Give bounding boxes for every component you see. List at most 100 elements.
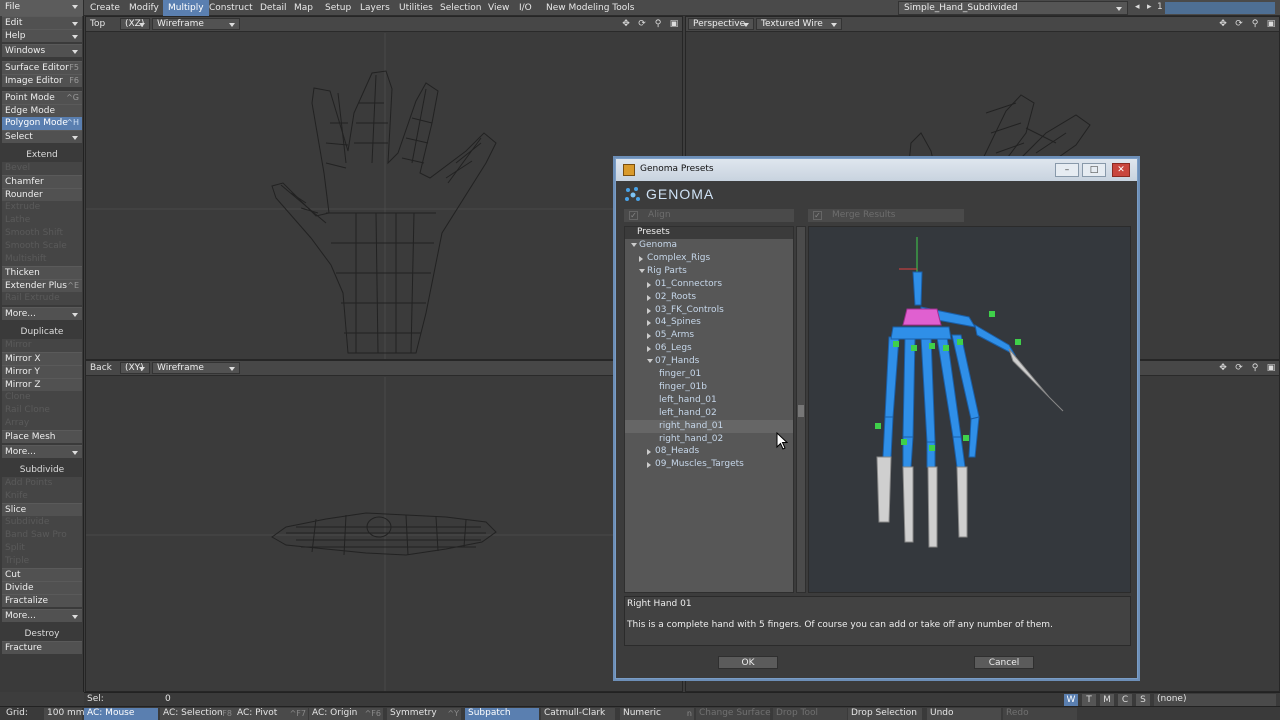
- tree-item[interactable]: right_hand_01: [625, 419, 793, 433]
- render-mode-dropdown[interactable]: Textured Wire: [756, 18, 842, 30]
- ac-pivot-button[interactable]: AC: Pivot ^F7: [234, 708, 308, 720]
- edge-mode-button[interactable]: Edge Mode: [2, 104, 82, 117]
- move-view-icon[interactable]: ✥: [1217, 362, 1229, 374]
- axis-dropdown[interactable]: (XZ): [120, 18, 150, 30]
- move-view-icon[interactable]: ✥: [1217, 18, 1229, 30]
- fractalize-button[interactable]: Fractalize: [2, 594, 82, 607]
- drop-selection-button[interactable]: Drop Selection: [848, 708, 922, 720]
- maximize-icon[interactable]: ▣: [1265, 18, 1277, 30]
- symmetry-button[interactable]: Symmetry ^Y: [387, 708, 461, 720]
- tree-item[interactable]: 01_Connectors: [625, 278, 793, 291]
- file-menu[interactable]: File: [0, 0, 84, 16]
- clone-button[interactable]: Clone: [2, 391, 82, 404]
- mirror-y-button[interactable]: Mirror Y: [2, 365, 82, 378]
- change-surface-button[interactable]: Change Surface: [696, 708, 771, 720]
- thicken-button[interactable]: Thicken: [2, 266, 82, 279]
- mode-t-button[interactable]: T: [1082, 694, 1096, 706]
- maximize-icon[interactable]: ▣: [1265, 362, 1277, 374]
- surface-editor-button[interactable]: Surface Editor F5: [2, 61, 82, 74]
- tab-selection[interactable]: Selection: [435, 0, 486, 16]
- caret-right-icon[interactable]: [647, 462, 651, 469]
- tree-item[interactable]: Genoma: [625, 239, 793, 252]
- add-points-button[interactable]: Add Points: [2, 477, 82, 490]
- tab-map[interactable]: Map: [289, 0, 318, 16]
- caret-right-icon[interactable]: [647, 346, 651, 353]
- smooth-scale-button[interactable]: Smooth Scale: [2, 240, 82, 253]
- rotate-view-icon[interactable]: ⟳: [1233, 18, 1245, 30]
- knife-button[interactable]: Knife: [2, 490, 82, 503]
- dialog-titlebar[interactable]: Genoma Presets – □ ✕: [616, 159, 1137, 181]
- place-mesh-button[interactable]: Place Mesh: [2, 430, 82, 443]
- zoom-icon[interactable]: ⚲: [1249, 362, 1261, 374]
- rotate-view-icon[interactable]: ⟳: [636, 18, 648, 30]
- ac-mouse-button[interactable]: AC: Mouse: [84, 708, 158, 720]
- tree-item[interactable]: Complex_Rigs: [625, 252, 793, 265]
- tree-item[interactable]: Rig Parts: [625, 265, 793, 278]
- array-button[interactable]: Array: [2, 417, 82, 430]
- triple-button[interactable]: Triple: [2, 555, 82, 568]
- divide-button[interactable]: Divide: [2, 581, 82, 594]
- caret-down-icon[interactable]: [631, 243, 637, 247]
- tab-new-modeling-tools[interactable]: New Modeling Tools: [541, 0, 639, 16]
- tree-item[interactable]: 08_Heads: [625, 445, 793, 458]
- mode-m-button[interactable]: M: [1100, 694, 1114, 706]
- vertex-map-dropdown[interactable]: (none): [1154, 694, 1276, 706]
- tree-item[interactable]: 04_Spines: [625, 316, 793, 329]
- tree-item[interactable]: 03_FK_Controls: [625, 304, 793, 317]
- more-extend-menu[interactable]: More...: [2, 307, 82, 320]
- select-menu[interactable]: Select: [2, 130, 82, 143]
- tree-item[interactable]: left_hand_01: [625, 394, 793, 407]
- lathe-button[interactable]: Lathe: [2, 214, 82, 227]
- subpatch-type-dropdown[interactable]: Catmull-Clark: [541, 708, 615, 720]
- maximize-icon[interactable]: ▣: [668, 18, 680, 30]
- undo-button[interactable]: Undo: [927, 708, 1001, 720]
- tree-item[interactable]: 09_Muscles_Targets: [625, 458, 793, 471]
- tree-item[interactable]: 07_Hands: [625, 355, 793, 368]
- tab-construct[interactable]: Construct: [204, 0, 258, 16]
- cancel-button[interactable]: Cancel: [974, 656, 1034, 669]
- tree-item[interactable]: 05_Arms: [625, 329, 793, 342]
- fracture-button[interactable]: Fracture: [2, 641, 82, 654]
- scene-selector[interactable]: Simple_Hand_Subdivided: [898, 1, 1128, 15]
- view-type-dropdown[interactable]: Perspective: [688, 18, 754, 30]
- tree-item[interactable]: left_hand_02: [625, 407, 793, 420]
- ok-button[interactable]: OK: [718, 656, 778, 669]
- tab-multiply[interactable]: Multiply: [163, 0, 209, 16]
- band-saw-pro-button[interactable]: Band Saw Pro: [2, 529, 82, 542]
- tree-item[interactable]: 06_Legs: [625, 342, 793, 355]
- ac-selection-button[interactable]: AC: Selection ^F8: [160, 708, 234, 720]
- tab-modify[interactable]: Modify: [124, 0, 164, 16]
- caret-right-icon[interactable]: [639, 255, 643, 262]
- numeric-button[interactable]: Numeric n: [620, 708, 694, 720]
- caret-right-icon[interactable]: [647, 333, 651, 340]
- tree-item[interactable]: finger_01: [625, 368, 793, 381]
- more-subdivide-menu[interactable]: More...: [2, 609, 82, 622]
- smooth-shift-button[interactable]: Smooth Shift: [2, 227, 82, 240]
- prev-frame-icon[interactable]: ◂: [1135, 2, 1140, 12]
- rail-clone-button[interactable]: Rail Clone: [2, 404, 82, 417]
- next-frame-icon[interactable]: ▸: [1147, 2, 1152, 12]
- extender-plus-button[interactable]: Extender Plus ^E: [2, 279, 82, 292]
- rounder-button[interactable]: Rounder: [2, 188, 82, 201]
- help-menu[interactable]: Help: [2, 29, 82, 42]
- polygon-mode-button[interactable]: Polygon Mode ^H: [2, 117, 82, 130]
- ac-origin-button[interactable]: AC: Origin ^F6: [309, 708, 383, 720]
- merge-results-checkbox[interactable]: ✓ Merge Results: [808, 209, 964, 222]
- caret-right-icon[interactable]: [647, 281, 651, 288]
- move-view-icon[interactable]: ✥: [620, 18, 632, 30]
- tab-setup[interactable]: Setup: [320, 0, 356, 16]
- close-icon[interactable]: ✕: [1112, 163, 1130, 177]
- tree-item[interactable]: 02_Roots: [625, 291, 793, 304]
- mirror-button[interactable]: Mirror: [2, 339, 82, 352]
- minimize-icon[interactable]: –: [1055, 163, 1079, 177]
- tab-utilities[interactable]: Utilities: [394, 0, 438, 16]
- zoom-icon[interactable]: ⚲: [652, 18, 664, 30]
- tree-item[interactable]: finger_01b: [625, 381, 793, 394]
- caret-down-icon[interactable]: [639, 268, 645, 273]
- rotate-view-icon[interactable]: ⟳: [1233, 362, 1245, 374]
- zoom-icon[interactable]: ⚲: [1249, 18, 1261, 30]
- edit-menu[interactable]: Edit: [2, 16, 82, 29]
- caret-right-icon[interactable]: [647, 294, 651, 301]
- subpatch-button[interactable]: Subpatch: [465, 708, 539, 720]
- bevel-button[interactable]: Bevel: [2, 162, 82, 175]
